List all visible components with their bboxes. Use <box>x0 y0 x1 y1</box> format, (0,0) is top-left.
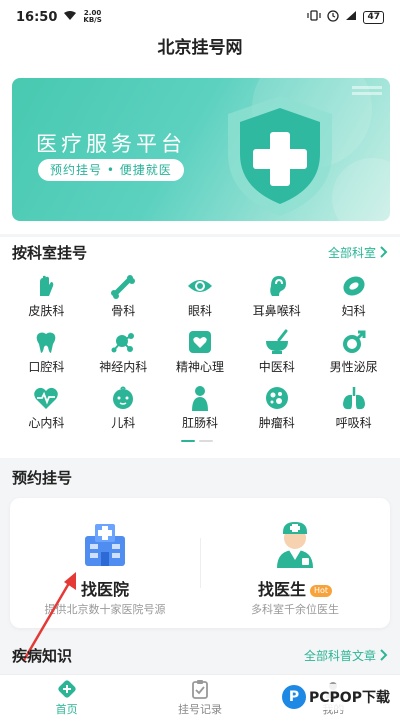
tab-records[interactable]: 挂号记录 <box>133 675 266 721</box>
banner-subtitle: 预约挂号 • 便捷就医 <box>38 159 184 181</box>
battery-level: 47 <box>363 10 384 24</box>
pager-dot-active <box>181 440 195 442</box>
net-speed: 2.00 KB/S <box>83 9 102 24</box>
vibrate-icon <box>307 10 322 24</box>
status-bar: 16:50 2.00 KB/S 47 <box>0 0 400 34</box>
gynecology-icon <box>343 276 365 296</box>
lungs-icon <box>342 387 365 410</box>
dept-pediatrics[interactable]: 儿科 <box>85 384 162 434</box>
dept-cardiology[interactable]: 心内科 <box>8 384 85 434</box>
signal-icon <box>345 10 357 24</box>
cell-icon <box>265 387 288 409</box>
shield-cross-icon <box>228 96 332 216</box>
dept-gynecology[interactable]: 妇科 <box>315 272 392 322</box>
male-icon <box>342 330 366 353</box>
baby-icon <box>113 386 134 409</box>
dept-urology[interactable]: 男性泌尿 <box>315 328 392 378</box>
department-pager <box>181 440 213 442</box>
home-icon <box>57 680 76 698</box>
watermark-text: PCPOP下载 <box>309 690 390 706</box>
heartbeat-icon <box>34 387 59 409</box>
dept-oncology[interactable]: 肿瘤科 <box>238 384 315 434</box>
heart-frame-icon <box>188 331 211 353</box>
alarm-icon <box>327 9 340 25</box>
watermark-logo: P <box>282 685 306 709</box>
hot-badge: Hot <box>309 584 333 597</box>
page-title: 北京挂号网 <box>0 34 400 64</box>
eye-icon <box>187 280 212 292</box>
doctor-icon <box>277 522 313 568</box>
find-doctor-desc: 多科室千余位医生 <box>251 603 339 616</box>
dept-ophthalmology[interactable]: 眼科 <box>162 272 239 322</box>
ear-icon <box>269 276 286 296</box>
dept-ent[interactable]: 耳鼻喉科 <box>238 272 315 322</box>
dept-psychology[interactable]: 精神心理 <box>162 328 239 378</box>
all-departments-link[interactable]: 全部科室 <box>328 244 388 261</box>
knowledge-section-header: 疾病知识 全部科普文章 <box>0 640 400 670</box>
find-doctor-button[interactable]: 找医生 Hot 多科室千余位医生 <box>200 498 390 628</box>
skin-icon <box>40 275 54 296</box>
mortar-icon <box>265 329 288 354</box>
section-title-knowledge: 疾病知识 <box>12 646 73 665</box>
all-articles-link[interactable]: 全部科普文章 <box>304 647 388 664</box>
status-time: 16:50 <box>16 9 58 25</box>
pager-dot <box>199 440 213 442</box>
bone-icon <box>111 275 136 299</box>
section-title-booking: 预约挂号 <box>12 468 73 487</box>
dept-dental[interactable]: 口腔科 <box>8 328 85 378</box>
watermark: P PCPOP下载 <box>278 684 394 710</box>
person-icon <box>191 386 208 411</box>
clipboard-icon <box>192 680 208 699</box>
dept-neurology[interactable]: 神经内科 <box>85 328 162 378</box>
dept-skin[interactable]: 皮肤科 <box>8 272 85 322</box>
section-title-departments: 按科室挂号 <box>12 243 88 262</box>
find-doctor-title: 找医生 Hot <box>200 576 390 600</box>
departments-section-header: 按科室挂号 全部科室 <box>0 237 400 267</box>
tooth-icon <box>37 332 56 353</box>
wifi-icon <box>63 10 77 25</box>
dept-orthopedics[interactable]: 骨科 <box>85 272 162 322</box>
banner-title: 医疗服务平台 <box>36 132 186 156</box>
neuron-icon <box>111 333 135 353</box>
dept-respiratory[interactable]: 呼吸科 <box>315 384 392 434</box>
tab-home[interactable]: 首页 <box>0 675 133 721</box>
chevron-right-icon <box>380 649 388 661</box>
dept-proctology[interactable]: 肛肠科 <box>162 384 239 434</box>
dept-tcm[interactable]: 中医科 <box>238 328 315 378</box>
hospital-icon <box>85 524 125 566</box>
department-grid: 皮肤科 骨科 眼科 耳鼻喉科 妇科 口腔科 神经内科 精神心理 中医科 男性泌尿… <box>8 272 392 434</box>
booking-section-header: 预约挂号 <box>0 462 400 492</box>
chevron-right-icon <box>380 246 388 258</box>
